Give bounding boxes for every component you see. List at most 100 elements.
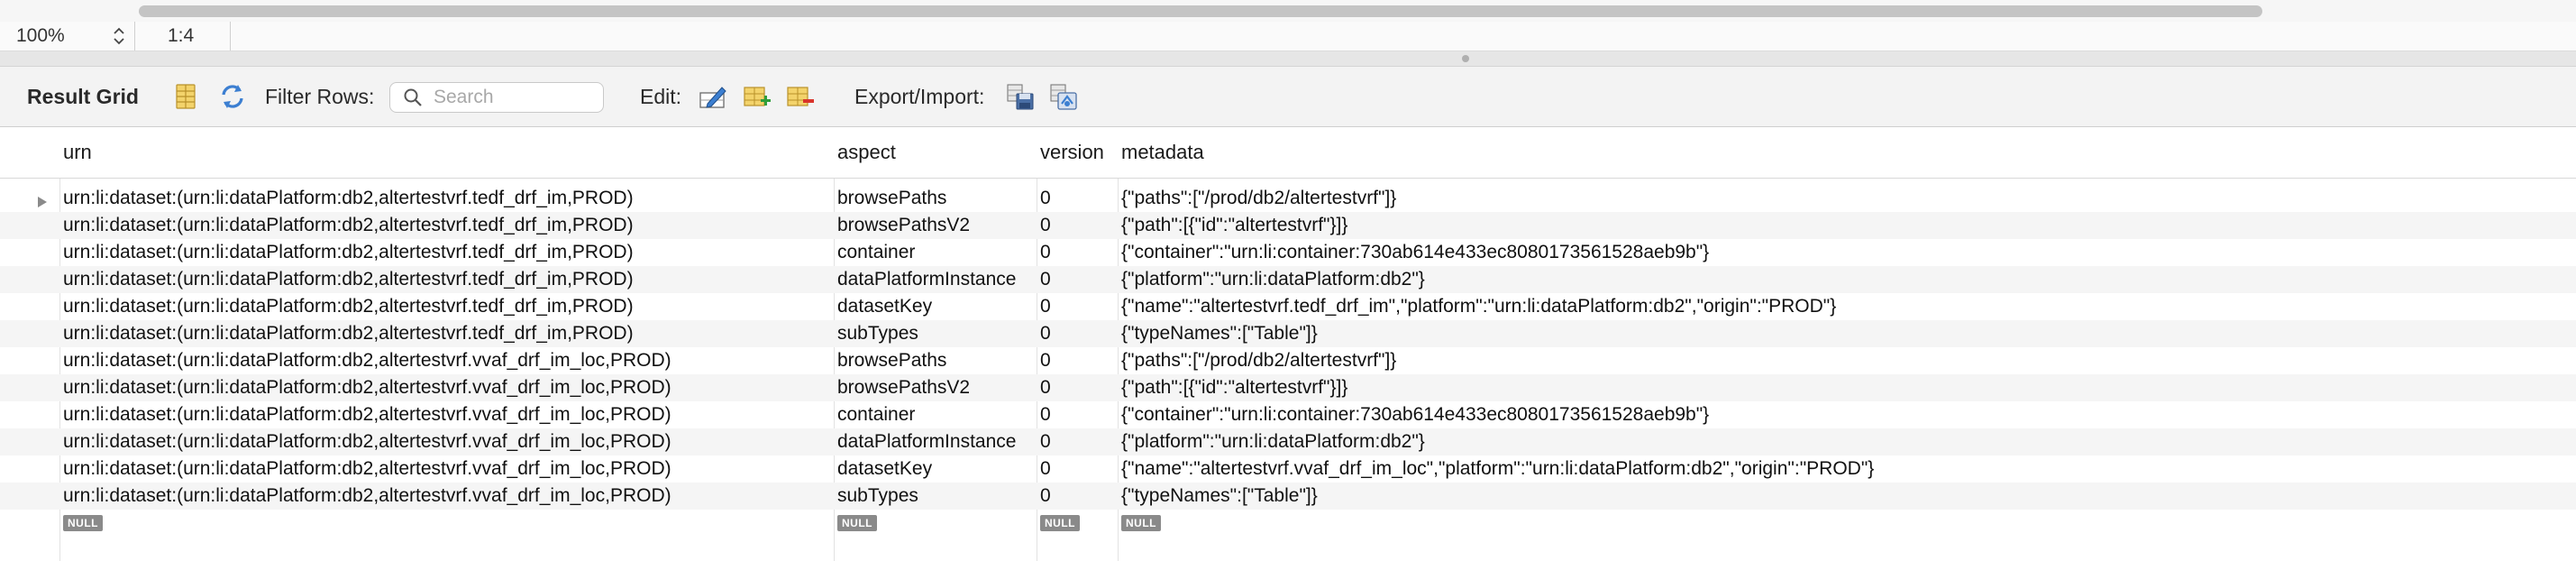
cell-version[interactable]: 0 — [1037, 239, 1118, 266]
cell-metadata[interactable]: {"container":"urn:li:container:730ab614e… — [1118, 401, 2576, 428]
cell-urn[interactable]: urn:li:dataset:(urn:li:dataPlatform:db2,… — [59, 293, 834, 320]
cell-metadata[interactable]: {"typeNames":["Table"]} — [1118, 320, 2576, 347]
cell-aspect[interactable]: dataPlatformInstance — [834, 266, 1037, 293]
result-grid[interactable]: urn aspect version metadata urn:li:datas… — [0, 127, 2576, 561]
refresh-icon[interactable] — [218, 82, 247, 111]
null-cell[interactable]: NULL — [1118, 510, 2576, 537]
cell-urn[interactable]: urn:li:dataset:(urn:li:dataPlatform:db2,… — [59, 374, 834, 401]
cell-version[interactable]: 0 — [1037, 347, 1118, 374]
zoom-bar: 100% 1:4 — [0, 22, 2576, 51]
table-row[interactable]: urn:li:dataset:(urn:li:dataPlatform:db2,… — [0, 185, 2576, 212]
cell-aspect[interactable]: browsePaths — [834, 347, 1037, 374]
cell-urn[interactable]: urn:li:dataset:(urn:li:dataPlatform:db2,… — [59, 347, 834, 374]
cell-version[interactable]: 0 — [1037, 483, 1118, 510]
grid-header: urn aspect version metadata — [0, 127, 2576, 179]
export-import-label: Export/Import: — [854, 84, 985, 108]
horizontal-scrollbar-thumb[interactable] — [139, 5, 2262, 17]
cell-metadata[interactable]: {"paths":["/prod/db2/altertestvrf"]} — [1118, 185, 2576, 212]
column-header-urn[interactable]: urn — [59, 127, 834, 178]
cell-urn[interactable]: urn:li:dataset:(urn:li:dataPlatform:db2,… — [59, 185, 834, 212]
cell-urn[interactable]: urn:li:dataset:(urn:li:dataPlatform:db2,… — [59, 212, 834, 239]
current-row-arrow-icon — [36, 192, 49, 207]
cell-urn[interactable]: urn:li:dataset:(urn:li:dataPlatform:db2,… — [59, 239, 834, 266]
cell-aspect[interactable]: container — [834, 401, 1037, 428]
cell-aspect[interactable]: browsePathsV2 — [834, 212, 1037, 239]
cell-version[interactable]: 0 — [1037, 374, 1118, 401]
column-header-aspect[interactable]: aspect — [834, 127, 1037, 178]
table-row[interactable]: urn:li:dataset:(urn:li:dataPlatform:db2,… — [0, 347, 2576, 374]
cell-version[interactable]: 0 — [1037, 455, 1118, 483]
column-header-version[interactable]: version — [1037, 127, 1118, 178]
stepper-icon[interactable] — [113, 26, 125, 46]
horizontal-scrollbar[interactable] — [0, 0, 2576, 23]
cell-aspect[interactable]: browsePaths — [834, 185, 1037, 212]
table-row[interactable]: urn:li:dataset:(urn:li:dataPlatform:db2,… — [0, 374, 2576, 401]
cell-metadata[interactable]: {"platform":"urn:li:dataPlatform:db2"} — [1118, 428, 2576, 455]
cell-metadata[interactable]: {"platform":"urn:li:dataPlatform:db2"} — [1118, 266, 2576, 293]
table-row[interactable]: urn:li:dataset:(urn:li:dataPlatform:db2,… — [0, 239, 2576, 266]
import-icon[interactable] — [1049, 82, 1078, 111]
cell-urn[interactable]: urn:li:dataset:(urn:li:dataPlatform:db2,… — [59, 455, 834, 483]
cell-urn[interactable]: urn:li:dataset:(urn:li:dataPlatform:db2,… — [59, 483, 834, 510]
cell-aspect[interactable]: subTypes — [834, 483, 1037, 510]
panel-splitter[interactable] — [0, 51, 2576, 67]
cell-urn[interactable]: urn:li:dataset:(urn:li:dataPlatform:db2,… — [59, 266, 834, 293]
edit-row-icon[interactable] — [699, 82, 727, 111]
edit-label: Edit: — [640, 84, 682, 108]
cell-metadata[interactable]: {"path":[{"id":"altertestvrf"}]} — [1118, 212, 2576, 239]
result-grid-toolbar: Result Grid Filter Rows: Edit: — [0, 67, 2576, 127]
table-row[interactable]: urn:li:dataset:(urn:li:dataPlatform:db2,… — [0, 212, 2576, 239]
filter-rows-label: Filter Rows: — [265, 84, 375, 108]
cell-version[interactable]: 0 — [1037, 185, 1118, 212]
result-grid-title: Result Grid — [27, 84, 139, 108]
cell-aspect[interactable]: container — [834, 239, 1037, 266]
cell-version[interactable]: 0 — [1037, 320, 1118, 347]
cell-metadata[interactable]: {"container":"urn:li:container:730ab614e… — [1118, 239, 2576, 266]
cell-metadata[interactable]: {"path":[{"id":"altertestvrf"}]} — [1118, 374, 2576, 401]
grid-view-icon[interactable] — [171, 82, 200, 111]
cell-metadata[interactable]: {"paths":["/prod/db2/altertestvrf"]} — [1118, 347, 2576, 374]
splitter-handle[interactable] — [1462, 55, 1469, 62]
cell-urn[interactable]: urn:li:dataset:(urn:li:dataPlatform:db2,… — [59, 320, 834, 347]
cell-urn[interactable]: urn:li:dataset:(urn:li:dataPlatform:db2,… — [59, 401, 834, 428]
new-row-placeholder[interactable]: NULL NULL NULL NULL — [0, 510, 2576, 537]
delete-row-icon[interactable] — [786, 82, 815, 111]
cell-aspect[interactable]: browsePathsV2 — [834, 374, 1037, 401]
insert-row-icon[interactable] — [743, 82, 772, 111]
search-icon — [403, 87, 423, 107]
null-cell[interactable]: NULL — [1037, 510, 1118, 537]
cell-version[interactable]: 0 — [1037, 212, 1118, 239]
cell-urn[interactable]: urn:li:dataset:(urn:li:dataPlatform:db2,… — [59, 428, 834, 455]
zoom-select[interactable]: 100% — [0, 22, 135, 51]
export-icon[interactable] — [1006, 82, 1035, 111]
cell-aspect[interactable]: datasetKey — [834, 293, 1037, 320]
zoom-value: 100% — [16, 25, 65, 46]
cell-aspect[interactable]: datasetKey — [834, 455, 1037, 483]
table-row[interactable]: urn:li:dataset:(urn:li:dataPlatform:db2,… — [0, 428, 2576, 455]
cell-aspect[interactable]: dataPlatformInstance — [834, 428, 1037, 455]
filter-search-input[interactable] — [434, 87, 596, 108]
table-row[interactable]: urn:li:dataset:(urn:li:dataPlatform:db2,… — [0, 293, 2576, 320]
cell-aspect[interactable]: subTypes — [834, 320, 1037, 347]
zoom-ratio-label: 1:4 — [168, 25, 195, 46]
null-cell[interactable]: NULL — [59, 510, 834, 537]
table-row[interactable]: urn:li:dataset:(urn:li:dataPlatform:db2,… — [0, 401, 2576, 428]
null-cell[interactable]: NULL — [834, 510, 1037, 537]
table-row[interactable]: urn:li:dataset:(urn:li:dataPlatform:db2,… — [0, 483, 2576, 510]
zoom-ratio: 1:4 — [135, 22, 231, 51]
table-row[interactable]: urn:li:dataset:(urn:li:dataPlatform:db2,… — [0, 455, 2576, 483]
filter-search-box[interactable] — [389, 82, 604, 113]
cell-version[interactable]: 0 — [1037, 293, 1118, 320]
table-row[interactable]: urn:li:dataset:(urn:li:dataPlatform:db2,… — [0, 266, 2576, 293]
table-row[interactable]: urn:li:dataset:(urn:li:dataPlatform:db2,… — [0, 320, 2576, 347]
cell-metadata[interactable]: {"name":"altertestvrf.tedf_drf_im","plat… — [1118, 293, 2576, 320]
cell-metadata[interactable]: {"typeNames":["Table"]} — [1118, 483, 2576, 510]
null-badge: NULL — [1040, 515, 1080, 531]
null-badge: NULL — [63, 515, 103, 531]
cell-version[interactable]: 0 — [1037, 266, 1118, 293]
cell-version[interactable]: 0 — [1037, 401, 1118, 428]
null-badge: NULL — [837, 515, 877, 531]
column-header-metadata[interactable]: metadata — [1118, 127, 2576, 178]
cell-metadata[interactable]: {"name":"altertestvrf.vvaf_drf_im_loc","… — [1118, 455, 2576, 483]
cell-version[interactable]: 0 — [1037, 428, 1118, 455]
